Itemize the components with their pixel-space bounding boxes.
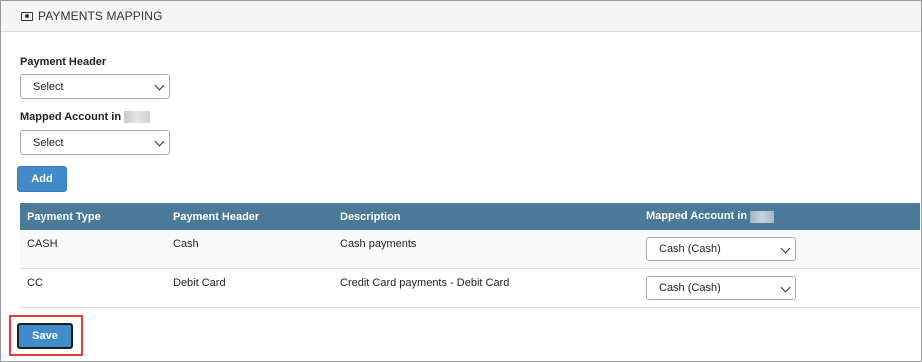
cell-payment-type: CASH (27, 238, 58, 250)
cell-description: Cash payments (340, 238, 417, 250)
chevron-down-icon (780, 243, 791, 254)
col-header-mapped-account: Mapped Account in (646, 210, 775, 223)
table-row: CC Debit Card Credit Card payments - Deb… (20, 269, 920, 308)
payment-header-select[interactable]: Select (20, 74, 170, 99)
payment-header-label: Payment Header (20, 56, 107, 68)
panel-title: PAYMENTS MAPPING (38, 9, 163, 23)
chevron-down-icon (780, 282, 791, 293)
payments-mapping-panel: PAYMENTS MAPPING Payment Header Select M… (0, 0, 922, 362)
cell-payment-header: Debit Card (173, 277, 226, 289)
panel-header: PAYMENTS MAPPING (1, 1, 921, 32)
row-mapped-account-select[interactable]: Cash (Cash) (646, 276, 796, 300)
redacted-text (750, 210, 775, 223)
money-icon (21, 11, 33, 21)
mapped-account-label: Mapped Account in (20, 111, 151, 124)
cell-payment-type: CC (27, 277, 43, 289)
chevron-down-icon (154, 136, 165, 147)
redacted-text (124, 111, 151, 124)
mapped-account-select[interactable]: Select (20, 130, 170, 155)
row-mapped-account-value: Cash (Cash) (659, 282, 721, 294)
table-header-row: Payment Type Payment Header Description … (20, 203, 920, 230)
col-header-payment-header: Payment Header (173, 210, 260, 223)
row-mapped-account-value: Cash (Cash) (659, 243, 721, 255)
cell-description: Credit Card payments - Debit Card (340, 277, 510, 289)
row-mapped-account-select[interactable]: Cash (Cash) (646, 237, 796, 261)
add-button[interactable]: Add (17, 166, 67, 192)
col-header-mapped-account-text: Mapped Account in (646, 210, 748, 223)
cell-payment-header: Cash (173, 238, 199, 250)
mapped-account-label-text: Mapped Account in (20, 111, 122, 123)
payment-header-select-value: Select (33, 80, 64, 93)
col-header-payment-type: Payment Type (27, 210, 101, 223)
payments-table: Payment Type Payment Header Description … (20, 203, 920, 308)
save-button[interactable]: Save (17, 323, 73, 349)
col-header-description: Description (340, 210, 401, 223)
chevron-down-icon (154, 80, 165, 91)
mapped-account-select-value: Select (33, 136, 64, 149)
table-row: CASH Cash Cash payments Cash (Cash) (20, 230, 920, 269)
